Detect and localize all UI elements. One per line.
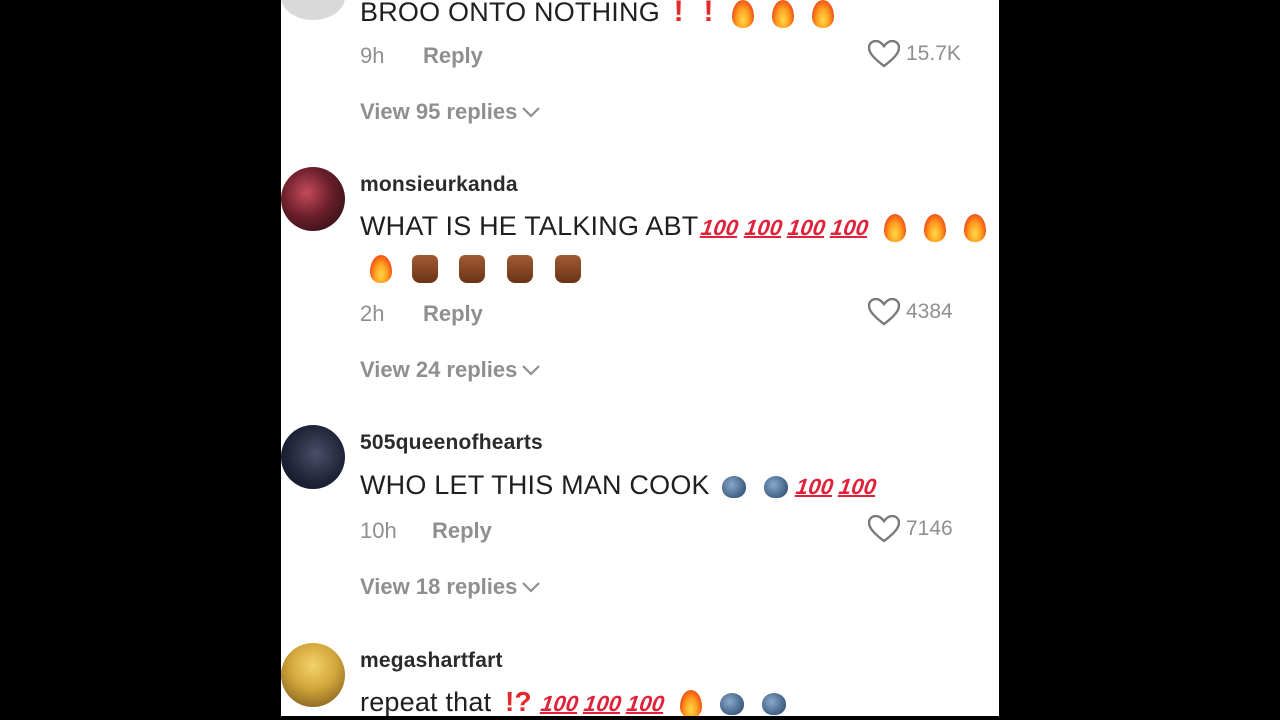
- heart-icon: [868, 298, 900, 326]
- username[interactable]: megashartfart: [360, 649, 503, 673]
- heart-icon: [868, 515, 900, 543]
- like-button[interactable]: 15.7K: [868, 40, 961, 68]
- username[interactable]: monsieurkanda: [360, 173, 518, 197]
- comment-text-content: BROO ONTO NOTHING: [360, 0, 660, 27]
- avatar[interactable]: [281, 425, 345, 489]
- speaking-head-icon: [722, 475, 747, 498]
- comment-time: 2h: [360, 301, 385, 326]
- chevron-down-icon: [521, 99, 541, 125]
- thumbs-up-icon: [459, 254, 486, 283]
- comment-text-content: repeat that: [360, 687, 492, 716]
- comment-text: repeat that !? 100 100 100: [360, 686, 791, 716]
- view-replies-label: View 18 replies: [360, 574, 518, 599]
- hundred-icon: 100: [699, 215, 741, 240]
- hundred-icon: 100: [539, 691, 580, 716]
- thumbs-up-icon: [411, 254, 438, 283]
- interrobang-icon: !?: [505, 686, 532, 716]
- comment-text-content: WHAT IS HE TALKING ABT: [360, 211, 699, 241]
- speaking-head-icon: [720, 692, 745, 715]
- speaking-head-icon: [761, 692, 786, 715]
- like-button[interactable]: 4384: [868, 298, 953, 326]
- reply-button[interactable]: Reply: [432, 518, 492, 544]
- hundred-icon: 100: [837, 474, 879, 499]
- view-replies-label: View 95 replies: [360, 99, 518, 124]
- fire-icon: [811, 0, 834, 28]
- fire-icon: [884, 213, 907, 242]
- avatar[interactable]: [281, 643, 345, 707]
- fire-icon: [370, 254, 392, 283]
- fire-icon: [963, 213, 986, 242]
- view-replies-button[interactable]: View 18 replies: [360, 574, 541, 600]
- view-replies-label: View 24 replies: [360, 357, 518, 382]
- comment-text-line2: [365, 252, 588, 283]
- hundred-icon: 100: [743, 215, 784, 240]
- chevron-down-icon: [521, 574, 541, 600]
- comment-text: WHO LET THIS MAN COOK 100 100: [360, 470, 880, 501]
- hundred-icon: 100: [625, 691, 667, 716]
- comment-text: BROO ONTO NOTHING ! !: [360, 0, 839, 29]
- like-count: 15.7K: [906, 42, 961, 65]
- avatar[interactable]: [281, 167, 345, 231]
- heart-icon: [868, 40, 900, 68]
- like-count: 7146: [906, 517, 953, 540]
- comment-text: WHAT IS HE TALKING ABT100 100 100 100: [360, 211, 991, 242]
- exclamation-icon: !: [673, 0, 684, 28]
- avatar[interactable]: [281, 0, 345, 20]
- like-button[interactable]: 7146: [868, 515, 953, 543]
- comments-panel: BROO ONTO NOTHING ! ! 9h Reply 15.7K Vie…: [281, 0, 999, 716]
- hundred-icon: 100: [786, 215, 828, 240]
- comment-text-content: WHO LET THIS MAN COOK: [360, 470, 710, 500]
- reply-button[interactable]: Reply: [423, 301, 483, 327]
- thumbs-up-icon: [507, 254, 534, 283]
- comment-time: 10h: [360, 518, 397, 543]
- view-replies-button[interactable]: View 95 replies: [360, 99, 541, 125]
- view-replies-button[interactable]: View 24 replies: [360, 357, 541, 383]
- like-count: 4384: [906, 300, 953, 323]
- speaking-head-icon: [764, 475, 789, 498]
- fire-icon: [924, 213, 947, 242]
- thumbs-up-icon: [554, 254, 581, 283]
- hundred-icon: 100: [794, 474, 836, 499]
- reply-button[interactable]: Reply: [423, 43, 483, 69]
- hundred-icon: 100: [582, 691, 624, 716]
- hundred-icon: 100: [829, 215, 871, 240]
- fire-icon: [772, 0, 795, 28]
- comment-time: 9h: [360, 43, 385, 68]
- fire-icon: [732, 0, 755, 28]
- fire-icon: [680, 689, 703, 716]
- username[interactable]: 505queenofhearts: [360, 431, 543, 455]
- exclamation-icon: !: [703, 0, 714, 28]
- chevron-down-icon: [521, 357, 541, 383]
